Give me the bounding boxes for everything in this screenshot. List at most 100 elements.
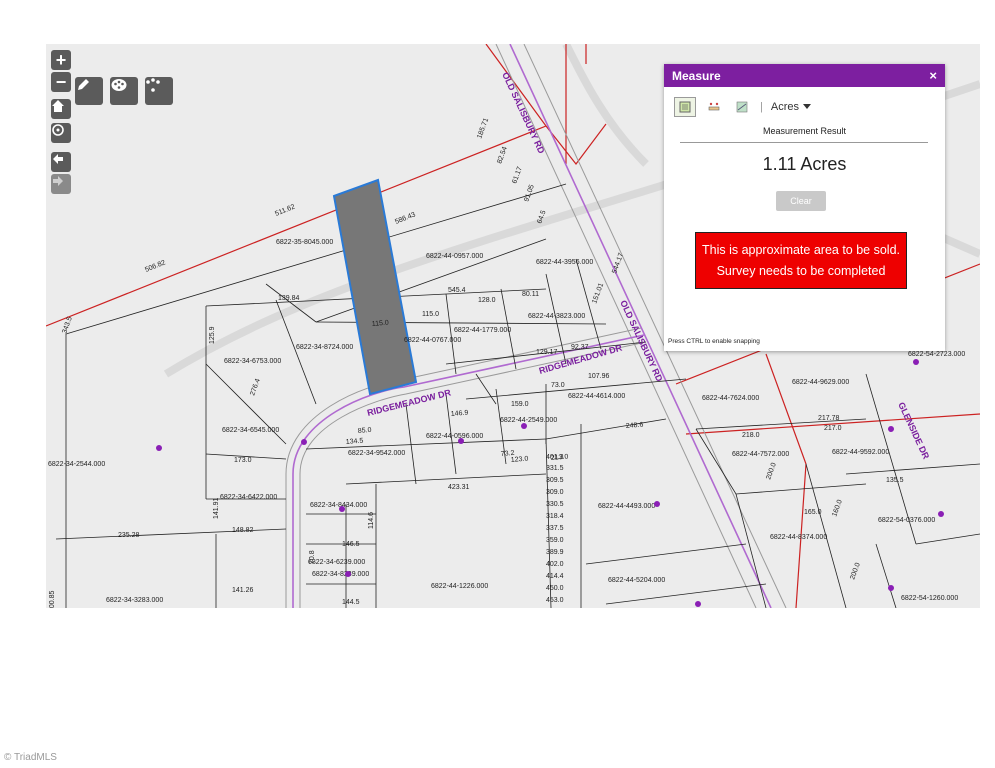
location-icon [736, 101, 748, 113]
dimension-label: 200.85 [49, 590, 56, 608]
location-tool-button[interactable] [732, 98, 752, 116]
road-label: OLD SALISBURY RD [500, 71, 547, 156]
dimension-label: 114.6 [368, 512, 375, 529]
zoom-out-button[interactable]: − [51, 72, 71, 92]
forward-button[interactable] [51, 174, 71, 194]
dimension-label: 141.91 [213, 497, 220, 519]
dimension-label: 309.5 [546, 477, 564, 484]
parcel-label: 6822-44-9629.000 [792, 379, 849, 386]
parcel-label: 6822-34-8239.000 [312, 571, 369, 578]
dimension-label: 82.54 [496, 146, 509, 165]
dimension-label: 318.4 [546, 513, 564, 520]
dimension-label: 331.5 [546, 465, 564, 472]
parcel-label: 6822-44-9592.000 [832, 449, 889, 456]
dimension-label: 330.5 [546, 501, 564, 508]
parcel-label: 6822-34-8724.000 [296, 344, 353, 351]
unit-select[interactable]: Acres [771, 101, 811, 113]
dimension-label: 107.96 [588, 373, 610, 380]
parcel-label: 6822-44-3956.000 [536, 259, 593, 266]
dimension-label: 134.5 [346, 437, 364, 446]
distance-icon [708, 102, 720, 111]
parcel-label: 6822-44-0957.000 [426, 253, 483, 260]
arrow-right-icon [53, 176, 63, 186]
parcel-label: 6822-44-0596.000 [426, 433, 483, 440]
locate-button[interactable] [51, 123, 71, 143]
parcel-label: 6822-54-1260.000 [901, 595, 958, 602]
parcel-label: 6822-34-8434.000 [310, 502, 367, 509]
dimension-label: 123.0 [511, 455, 529, 464]
parcel-label: 6822-44-4614.000 [568, 393, 625, 400]
dimension-label: 92.37 [571, 344, 589, 351]
measure-header: Measure × [664, 64, 945, 87]
snapping-hint: Press CTRL to enable snapping [668, 338, 760, 345]
zoom-in-button[interactable]: + [51, 50, 71, 70]
locate-icon [52, 124, 64, 136]
measure-panel: Measure × | Acres Measurement Result 1.1… [664, 64, 945, 351]
result-label: Measurement Result [762, 126, 847, 136]
home-icon [52, 100, 64, 112]
dimension-label: 401.3 [546, 454, 564, 461]
measure-title: Measure [672, 68, 721, 83]
dimension-label: 200.0 [849, 562, 862, 581]
dimension-label: 141.26 [232, 587, 254, 594]
dimension-label: 139.84 [278, 295, 300, 302]
dimension-label: 73.0 [551, 382, 565, 389]
parcel-label: 6822-44-7572.000 [732, 451, 789, 458]
parcel-label: 6822-34-6239.000 [308, 559, 365, 566]
result-value: 1.11 Acres [762, 154, 847, 174]
parcel-label: 6822-34-6753.000 [224, 358, 281, 365]
dimension-label: 148.82 [232, 527, 254, 534]
divider [680, 142, 928, 143]
distance-tool-button[interactable] [704, 98, 724, 116]
dimension-label: 146.5 [342, 541, 360, 548]
pencil-icon [78, 79, 89, 90]
dimension-label: 423.31 [448, 484, 470, 491]
back-button[interactable] [51, 152, 71, 172]
home-button[interactable] [51, 99, 71, 119]
parcel-label: 6822-44-8374.000 [770, 534, 827, 541]
dimension-label: 450.0 [546, 585, 564, 592]
dimension-label: 135.5 [886, 477, 904, 484]
close-button[interactable]: × [929, 68, 937, 83]
draw-tool-button[interactable] [75, 77, 103, 105]
parcel-label: 6822-44-4493.000 [598, 503, 655, 510]
parcel-label: 6822-44-5204.000 [608, 577, 665, 584]
dimension-label: 151.01 [591, 282, 605, 305]
dimension-label: 217.0 [824, 425, 842, 432]
parcel-label: 6822-44-2549.000 [500, 417, 557, 424]
dimension-label: 402.0 [546, 561, 564, 568]
parcel-label: 6822-35-8045.000 [276, 239, 333, 246]
dimension-label: 506.82 [144, 259, 167, 274]
dimension-label: 511.62 [274, 203, 296, 217]
dimension-label: 115.0 [372, 320, 390, 328]
parcel-label: 6822-34-3283.000 [106, 597, 163, 604]
dimension-label: 70.8 [309, 550, 316, 564]
measure-tool-button[interactable] [145, 77, 173, 105]
dimension-label: 248.6 [626, 421, 644, 430]
parcel-label: 6822-44-1779.000 [454, 327, 511, 334]
road-label: OLD SALISBURY RD [618, 299, 665, 384]
area-tool-button[interactable] [674, 97, 696, 117]
dimension-label: 115.0 [422, 311, 439, 318]
parcel-label: 6822-44-1226.000 [431, 583, 488, 590]
dimension-label: 80.11 [522, 291, 539, 298]
dimension-label: 544.17 [611, 252, 625, 275]
dimension-label: 389.9 [546, 549, 564, 556]
dimension-label: 160.0 [831, 499, 844, 518]
dimension-label: 276.4 [249, 378, 262, 397]
dimension-label: 217.78 [818, 415, 840, 422]
parcel-label: 6822-44-7624.000 [702, 395, 759, 402]
palette-icon [111, 79, 127, 91]
dimension-label: 159.0 [511, 401, 529, 408]
dimension-label: 128.0 [478, 297, 496, 304]
parcel-label: 6822-54-2723.000 [908, 351, 965, 358]
dimension-label: 218.0 [742, 432, 760, 439]
copyright: © TriadMLS [4, 752, 57, 763]
road-label: GLENSIDE DR [896, 401, 931, 461]
parcel-label: 6822-34-6545.000 [222, 427, 279, 434]
parcel-label: 6822-34-9542.000 [348, 450, 405, 457]
parcel-label: 6822-34-6422.000 [220, 494, 277, 501]
clear-button[interactable]: Clear [776, 191, 826, 211]
layers-tool-button[interactable] [110, 77, 138, 105]
parcel-label: 6822-54-0376.000 [878, 517, 935, 524]
